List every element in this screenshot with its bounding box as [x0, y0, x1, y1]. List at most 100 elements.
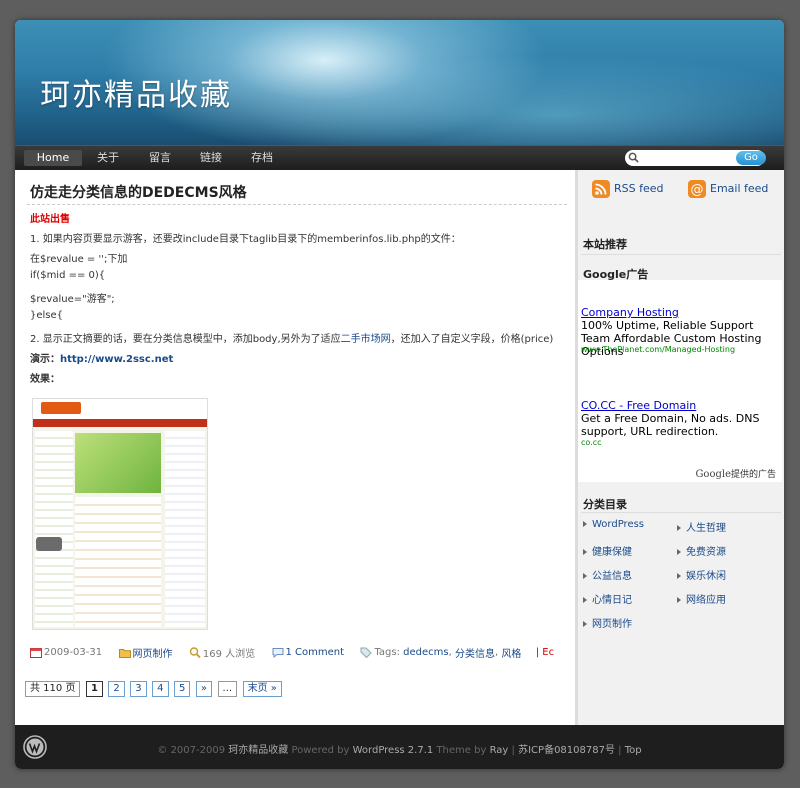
next-page-button[interactable]: » [195, 681, 213, 697]
category-link[interactable]: 健康保健 [583, 543, 632, 558]
post-line: 在$revalue = '';下加 [30, 254, 128, 265]
category-link[interactable]: WordPress [583, 519, 644, 530]
email-at-icon: @ [688, 180, 706, 198]
page-ellipsis: ... [217, 681, 238, 697]
search-button[interactable]: Go [736, 151, 766, 165]
google-brand: Google [695, 469, 731, 480]
page-count: 共 110 页 [25, 681, 81, 697]
post-line: $revalue="游客"; [30, 294, 115, 305]
page-link[interactable]: 3 [130, 681, 147, 697]
category-link[interactable]: 公益信息 [583, 567, 632, 582]
post-line: }else{ [30, 310, 64, 321]
footer-site-link[interactable]: 珂亦精品收藏 [228, 745, 288, 756]
category-label: 网络应用 [686, 595, 726, 606]
email-feed-link[interactable]: @ Email feed [688, 180, 768, 200]
post-title[interactable]: 仿走走分类信息的DEDECMS风格 [30, 182, 247, 202]
nav-guestbook[interactable]: 留言 [145, 150, 175, 166]
rss-icon [592, 180, 610, 198]
demo-line: 演示：http://www.2ssc.net [30, 350, 173, 365]
ad-url[interactable]: co.cc [581, 438, 602, 447]
bullet-icon [583, 621, 587, 627]
calendar-icon [30, 648, 42, 658]
demo-label: 演示： [30, 354, 60, 365]
title-divider [27, 204, 567, 205]
category-label: 人生哲理 [686, 523, 726, 534]
tag-link[interactable]: dedecms [403, 647, 448, 658]
ad-text: Get a Free Domain, No ads. DNS support, … [581, 412, 760, 438]
category-label: 网页制作 [592, 619, 632, 630]
search-icon [628, 152, 639, 163]
powered-by: Powered by [291, 745, 350, 756]
post-views: 169 人浏览 [202, 649, 256, 660]
tag-link[interactable]: 风格 [501, 645, 521, 660]
nav-archive[interactable]: 存档 [247, 150, 277, 166]
bullet-icon [583, 521, 587, 527]
separator: | [618, 745, 622, 756]
divider [581, 254, 781, 255]
category-link[interactable]: 娱乐休闲 [677, 567, 726, 582]
tag-link[interactable]: 分类信息 [455, 645, 495, 660]
edit-link[interactable]: Ec [542, 647, 554, 658]
comment-icon [272, 648, 284, 658]
main-content: 仿走走分类信息的DEDECMS风格 此站出售 1. 如果内容页要显示游客，还要改… [15, 170, 575, 725]
rss-feed-label: RSS feed [614, 182, 664, 195]
bullet-icon [677, 573, 681, 579]
category-label: 娱乐休闲 [686, 571, 726, 582]
ad-title[interactable]: Company Hosting [581, 306, 679, 319]
category-link[interactable]: 免费资源 [677, 543, 726, 558]
category-link[interactable]: 人生哲理 [677, 519, 726, 534]
post-line: 1. 如果内容页要显示游客，还要改include目录下taglib目录下的mem… [30, 234, 461, 245]
demo-link[interactable]: http://www.2ssc.net [60, 354, 173, 365]
comments-link[interactable]: 1 Comment [286, 647, 345, 658]
category-link[interactable]: 心情日记 [583, 591, 632, 606]
nav-links[interactable]: 链接 [196, 150, 226, 166]
folder-icon [118, 649, 131, 658]
category-label: 健康保健 [592, 547, 632, 558]
wordpress-link[interactable]: WordPress 2.7.1 [353, 745, 434, 756]
screenshot-banner [75, 433, 161, 493]
page-link[interactable]: 5 [174, 681, 191, 697]
ads-by-google[interactable]: Google提供的广告 [695, 467, 776, 480]
separator: | [511, 745, 515, 756]
bullet-icon [583, 549, 587, 555]
nav-about[interactable]: 关于 [93, 150, 123, 166]
category-link[interactable]: 网页制作 [583, 615, 632, 630]
nav-home[interactable]: Home [24, 150, 82, 166]
rss-feed-link[interactable]: RSS feed [592, 180, 664, 200]
ad-title[interactable]: CO.CC - Free Domain [581, 399, 696, 412]
svg-text:@: @ [691, 183, 704, 198]
email-feed-label: Email feed [710, 182, 769, 195]
category-label: 免费资源 [686, 547, 726, 558]
tags-label: Tags: [374, 647, 400, 658]
bullet-icon [583, 597, 587, 603]
screenshot-car-image [36, 537, 62, 551]
theme-author-link[interactable]: Ray [490, 745, 509, 756]
screenshot-logo [41, 402, 81, 414]
category-link[interactable]: 网络应用 [677, 591, 726, 606]
icp-link[interactable]: 苏ICP备08108787号 [518, 745, 615, 756]
category-label: 公益信息 [592, 571, 632, 582]
post-date: 2009-03-31 [44, 647, 103, 658]
main-nav: Home 关于 留言 链接 存档 Go [15, 145, 784, 170]
post-category-link[interactable]: 网页制作 [133, 645, 173, 660]
pagination: 共 110 页 1 2 3 4 5 » ... 末页 » [25, 681, 284, 697]
effect-label: 效果： [30, 374, 60, 385]
page-current: 1 [85, 681, 103, 697]
bullet-icon [677, 525, 681, 531]
bullet-icon [677, 549, 681, 555]
magnifier-icon [189, 647, 201, 658]
last-page-button[interactable]: 末页 » [242, 681, 282, 697]
for-sale-tag: 此站出售 [30, 214, 70, 225]
screenshot-right-column [165, 431, 205, 627]
google-ads-box: Company Hosting 100% Uptime, Reliable Su… [578, 280, 782, 482]
header-banner: 珂亦精品收藏 [15, 20, 784, 145]
ershou-link[interactable]: 二手市场网 [341, 334, 391, 345]
ad-url[interactable]: www.ThePlanet.com/Managed-Hosting [581, 345, 735, 354]
page-link[interactable]: 2 [108, 681, 125, 697]
post-meta: 2009-03-31 网页制作 169 人浏览 1 Comment Tags: … [30, 645, 554, 660]
page-link[interactable]: 4 [152, 681, 169, 697]
site-title[interactable]: 珂亦精品收藏 [40, 70, 232, 114]
back-to-top-link[interactable]: Top [625, 745, 642, 756]
bullet-icon [677, 597, 681, 603]
effect-screenshot[interactable] [32, 398, 208, 630]
